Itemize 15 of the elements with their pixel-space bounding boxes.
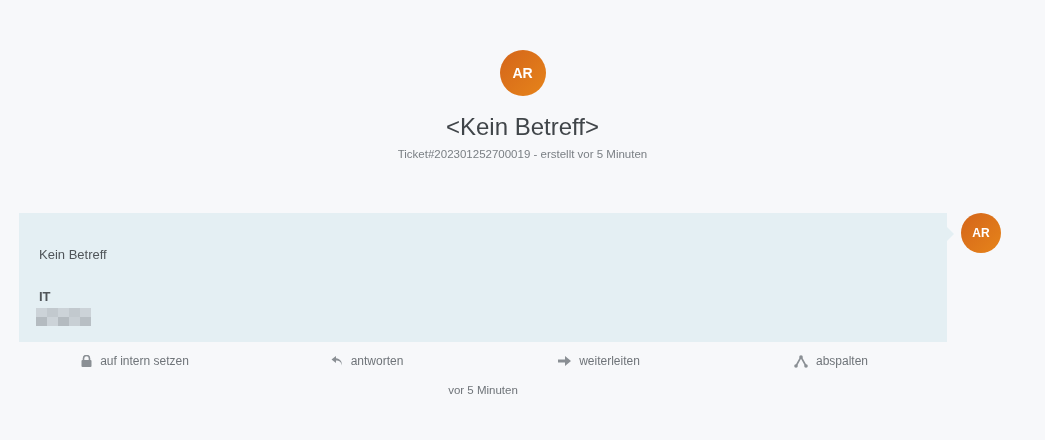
split-icon: [793, 354, 808, 368]
article-time: vor 5 Minuten: [448, 383, 518, 399]
article-subject: Kein Betreff: [39, 246, 108, 265]
avatar: AR: [499, 50, 546, 96]
action-link[interactable]: antworten: [330, 352, 404, 371]
signature-text: IT: [39, 287, 52, 306]
action-link[interactable]: auf intern setzen: [81, 352, 189, 371]
pixelated-text-drawing: [36, 308, 91, 327]
action-link[interactable]: weiterleiten: [558, 352, 640, 371]
ticket-title: <Kein Betreff>: [446, 112, 599, 142]
ticket-meta: Ticket#202301252700019 - erstellt vor 5 Minuten: [397, 147, 648, 162]
avatar: AR: [961, 213, 1001, 254]
arrow-right-icon: [558, 356, 572, 367]
lock-icon: [81, 355, 93, 368]
action-link[interactable]: abspalten: [793, 352, 868, 371]
